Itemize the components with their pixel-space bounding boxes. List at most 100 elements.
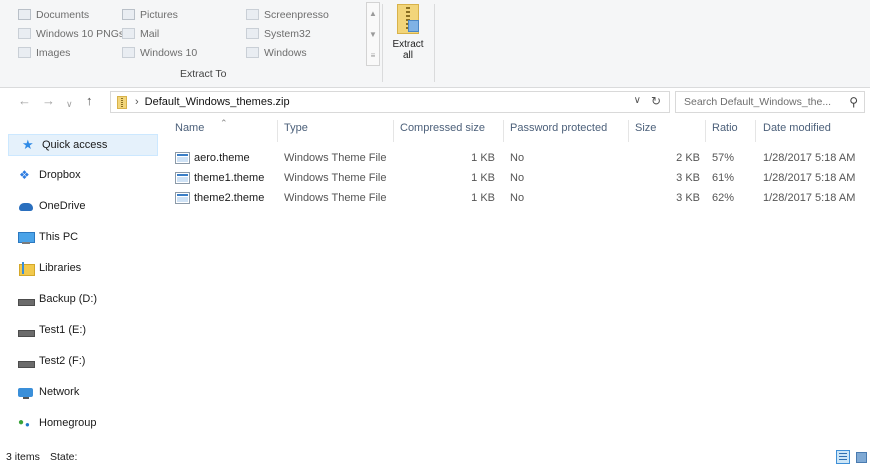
- up-arrow-icon[interactable]: ↑: [86, 94, 93, 108]
- network-icon: [18, 386, 34, 399]
- search-input[interactable]: [684, 96, 844, 108]
- dropbox-icon: [18, 168, 34, 182]
- this-pc-icon: [18, 231, 35, 244]
- zip-folder-icon: [397, 4, 419, 34]
- nav-item-label: Homegroup: [39, 417, 97, 429]
- nav-item-label: Network: [39, 386, 80, 398]
- breadcrumb-chevron-icon[interactable]: ›: [135, 96, 139, 108]
- extract-all-button[interactable]: Extract all: [386, 2, 430, 74]
- column-divider[interactable]: [705, 120, 706, 142]
- column-header-name[interactable]: ⌃ Name: [175, 118, 228, 142]
- nav-item-this-pc[interactable]: This PC: [6, 226, 156, 248]
- column-divider[interactable]: [277, 120, 278, 142]
- back-arrow-icon[interactable]: ←: [18, 94, 31, 108]
- column-header-label: Name: [175, 122, 205, 134]
- file-size: 3 KB: [676, 192, 700, 204]
- column-header-compressed-size[interactable]: Compressed size: [400, 122, 485, 142]
- column-divider[interactable]: [755, 120, 756, 142]
- extract-all-label-line1: Extract: [392, 39, 424, 50]
- nav-item-onedrive[interactable]: OneDrive: [6, 195, 156, 217]
- column-header-ratio[interactable]: Ratio: [712, 122, 738, 142]
- nav-item-dropbox[interactable]: Dropbox: [6, 164, 156, 186]
- scroll-up-icon[interactable]: ▲: [367, 3, 379, 24]
- table-row[interactable]: theme2.theme Windows Theme File 1 KB No …: [175, 189, 865, 209]
- folder-icon: [122, 47, 135, 58]
- search-icon[interactable]: ⚲: [849, 95, 858, 109]
- folder-icon: [246, 28, 259, 39]
- recent-locations-icon[interactable]: ∨: [66, 97, 73, 111]
- details-view-icon[interactable]: [836, 450, 850, 464]
- destination-label: Windows 10 PNGs: [36, 27, 125, 40]
- table-row[interactable]: aero.theme Windows Theme File 1 KB No 2 …: [175, 149, 865, 169]
- compression-ratio: 62%: [712, 192, 735, 204]
- libraries-icon: [18, 261, 35, 276]
- column-header-date-modified[interactable]: Date modified: [763, 122, 831, 142]
- star-icon: [21, 137, 37, 153]
- nav-item-label: OneDrive: [39, 200, 86, 212]
- search-box[interactable]: ⚲: [675, 91, 865, 113]
- extract-destination-images[interactable]: Images: [18, 44, 70, 61]
- nav-item-label: Test1 (E:): [39, 324, 87, 336]
- compression-ratio: 61%: [712, 172, 735, 184]
- theme-file-icon: [175, 172, 190, 184]
- address-dropdown-icon[interactable]: ∨: [634, 95, 641, 106]
- column-divider[interactable]: [393, 120, 394, 142]
- file-name: theme2.theme: [194, 192, 265, 204]
- destination-label: Mail: [140, 27, 160, 40]
- file-name: aero.theme: [194, 152, 250, 164]
- compression-ratio: 57%: [712, 152, 735, 164]
- extract-to-group: Documents Windows 10 PNGs Images Picture…: [10, 0, 380, 88]
- column-divider[interactable]: [503, 120, 504, 142]
- column-divider[interactable]: [628, 120, 629, 142]
- extract-destination-documents[interactable]: Documents: [18, 6, 89, 23]
- nav-item-homegroup[interactable]: Homegroup: [6, 412, 156, 434]
- pictures-icon: [122, 9, 135, 20]
- ribbon: Documents Windows 10 PNGs Images Picture…: [0, 0, 870, 88]
- ribbon-divider: [382, 4, 383, 82]
- column-header-password-protected[interactable]: Password protected: [510, 122, 607, 142]
- extract-destination-windows10[interactable]: Windows 10: [122, 44, 197, 61]
- drive-icon: [18, 355, 35, 368]
- nav-item-backup-d[interactable]: Backup (D:): [6, 288, 156, 310]
- extract-destination-mail[interactable]: Mail: [122, 25, 159, 42]
- date-modified: 1/28/2017 5:18 AM: [763, 172, 856, 184]
- nav-item-test1-e[interactable]: Test1 (E:): [6, 319, 156, 341]
- destination-label: Pictures: [140, 8, 178, 21]
- zip-folder-icon: [117, 95, 127, 109]
- nav-item-label: Test2 (F:): [39, 355, 86, 367]
- nav-item-test2-f[interactable]: Test2 (F:): [6, 350, 156, 372]
- file-type: Windows Theme File: [284, 192, 387, 204]
- address-bar[interactable]: › Default_Windows_themes.zip ∨ ↻: [110, 91, 670, 113]
- column-header-size[interactable]: Size: [635, 122, 656, 142]
- nav-item-network[interactable]: Network: [6, 381, 156, 403]
- folder-icon: [122, 28, 135, 39]
- nav-item-libraries[interactable]: Libraries: [6, 257, 156, 279]
- date-modified: 1/28/2017 5:18 AM: [763, 152, 856, 164]
- onedrive-icon: [18, 200, 34, 213]
- forward-arrow-icon[interactable]: →: [42, 94, 55, 108]
- extract-destination-pictures[interactable]: Pictures: [122, 6, 178, 23]
- refresh-icon[interactable]: ↻: [651, 94, 661, 108]
- drive-icon: [18, 324, 35, 337]
- scroll-down-icon[interactable]: ▼: [367, 24, 379, 45]
- status-bar: 3 items State:: [0, 446, 870, 469]
- nav-item-quick-access[interactable]: Quick access: [8, 134, 158, 156]
- destination-label: Windows 10: [140, 46, 198, 59]
- password-protected: No: [510, 192, 525, 204]
- table-row[interactable]: theme1.theme Windows Theme File 1 KB No …: [175, 169, 865, 189]
- breadcrumb-path[interactable]: Default_Windows_themes.zip: [145, 96, 290, 108]
- expand-gallery-icon[interactable]: ≡: [367, 45, 379, 66]
- extract-destination-screenpresso[interactable]: Screenpresso: [246, 6, 329, 23]
- state-label: State:: [50, 451, 78, 463]
- gallery-scrollbar[interactable]: ▲ ▼ ≡: [366, 2, 380, 66]
- password-protected: No: [510, 152, 525, 164]
- large-icons-view-icon[interactable]: [854, 450, 868, 464]
- item-count: 3 items: [6, 451, 40, 463]
- extract-destination-windows[interactable]: Windows: [246, 44, 307, 61]
- file-size: 2 KB: [676, 152, 700, 164]
- homegroup-icon: [18, 417, 34, 430]
- theme-file-icon: [175, 192, 190, 204]
- extract-destination-windows10pngs[interactable]: Windows 10 PNGs: [18, 25, 124, 42]
- extract-destination-system32[interactable]: System32: [246, 25, 311, 42]
- column-header-type[interactable]: Type: [284, 122, 308, 142]
